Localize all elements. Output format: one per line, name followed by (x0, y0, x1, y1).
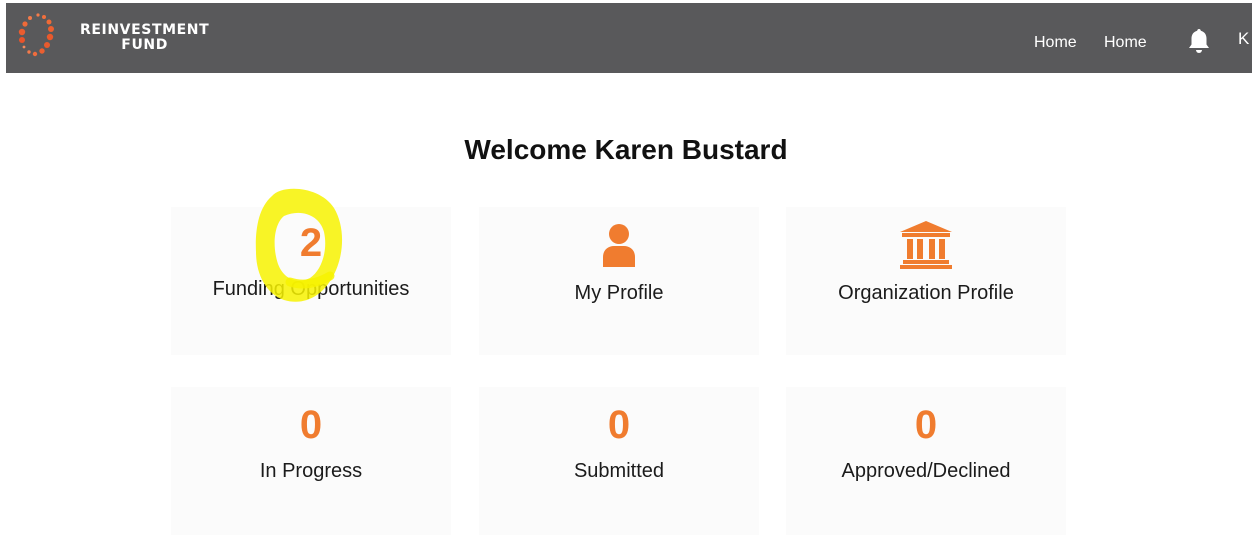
nav-home-link[interactable]: Home (1034, 34, 1077, 52)
bell-icon[interactable] (1186, 27, 1212, 55)
funding-label: Funding Opportunities (212, 278, 410, 300)
bank-building-icon (900, 221, 952, 269)
submitted-card[interactable]: 0 Submitted (479, 387, 759, 535)
welcome-heading: Welcome Karen Bustard (464, 134, 788, 165)
brand-line-1: REINVESTMENT (80, 22, 210, 38)
my-profile-card[interactable]: My Profile (479, 207, 759, 355)
nav-home-link-2[interactable]: Home (1104, 34, 1147, 52)
in-progress-label: In Progress (259, 460, 363, 482)
brand-name[interactable]: REINVESTMENT FUND (80, 23, 209, 53)
submitted-label: Submitted (573, 460, 665, 482)
approved-declined-card[interactable]: 0 Approved/Declined (786, 387, 1066, 535)
organization-profile-label: Organization Profile (838, 282, 1014, 304)
organization-profile-card[interactable]: Organization Profile (786, 207, 1066, 355)
funding-opportunities-card[interactable]: 2 Funding Opportunities (171, 207, 451, 355)
submitted-count: 0 (607, 403, 631, 447)
top-navbar: REINVESTMENT FUND Home Home K (6, 3, 1252, 73)
brand-line-2: FUND (121, 37, 168, 53)
approved-declined-count: 0 (914, 403, 938, 447)
person-icon (603, 224, 635, 267)
my-profile-label: My Profile (574, 282, 664, 304)
reinvestment-fund-logo-icon[interactable] (18, 11, 54, 63)
user-menu[interactable]: K (1238, 29, 1249, 49)
approved-declined-label: Approved/Declined (841, 460, 1011, 482)
in-progress-count: 0 (299, 403, 323, 447)
funding-count: 2 (299, 221, 323, 265)
in-progress-card[interactable]: 0 In Progress (171, 387, 451, 535)
